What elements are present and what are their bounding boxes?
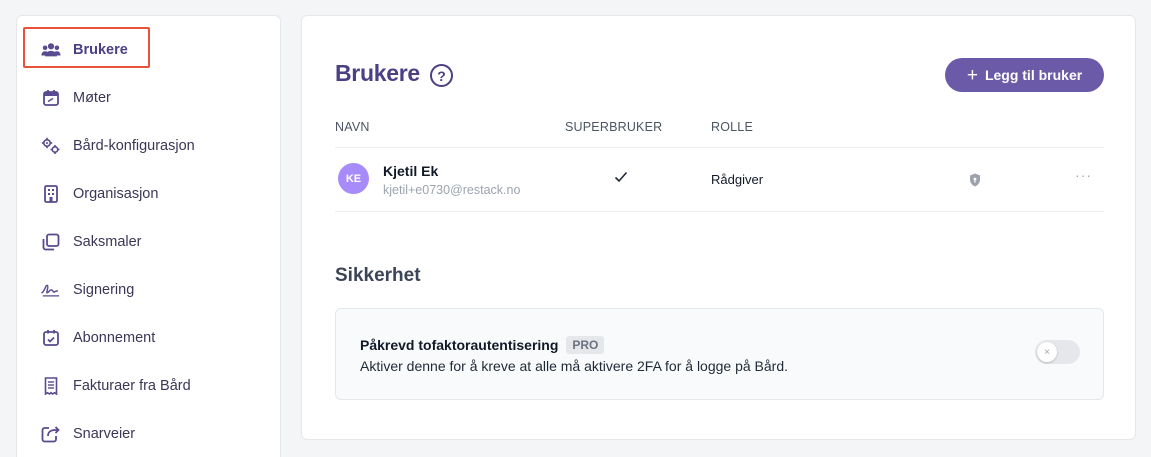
calendar-check-icon	[41, 328, 61, 348]
setting-title: Påkrevd tofaktorautentisering	[360, 337, 559, 353]
sidebar-item-bard-konfigurasjon[interactable]: Bård-konfigurasjon	[23, 126, 277, 166]
toggle-knob: ×	[1037, 342, 1057, 362]
sidebar-item-moter[interactable]: Møter	[23, 78, 277, 118]
two-factor-setting-card: Påkrevd tofaktorautentisering PRO Aktive…	[335, 308, 1104, 400]
help-icon[interactable]: ?	[430, 64, 453, 87]
settings-sidebar: Brukere Møter Bård-konfigurasjon Organis…	[16, 15, 281, 457]
user-email: kjetil+e0730@restack.no	[383, 183, 521, 197]
sidebar-item-label: Bård-konfigurasjon	[73, 138, 195, 154]
sidebar-item-snarveier[interactable]: Snarveier	[23, 414, 277, 454]
table-divider	[335, 211, 1104, 212]
sidebar-item-label: Abonnement	[73, 330, 156, 346]
sidebar-item-label: Snarveier	[73, 426, 136, 442]
table-divider	[335, 147, 1104, 148]
two-factor-toggle[interactable]: ×	[1035, 340, 1080, 364]
pro-badge: PRO	[566, 336, 605, 354]
receipt-icon	[41, 376, 61, 396]
sidebar-item-signering[interactable]: Signering	[23, 270, 277, 310]
calendar-icon	[41, 88, 61, 108]
security-section-title: Sikkerhet	[335, 265, 421, 286]
users-icon	[41, 40, 61, 60]
share-icon	[41, 424, 61, 444]
sidebar-item-label: Signering	[73, 282, 135, 298]
setting-title-row: Påkrevd tofaktorautentisering PRO	[360, 336, 605, 354]
checkmark-icon	[614, 170, 628, 188]
gears-icon	[41, 136, 61, 156]
user-role: Rådgiver	[711, 172, 764, 187]
plus-icon: +	[966, 64, 978, 86]
sidebar-item-label: Fakturaer fra Bård	[73, 378, 191, 394]
signature-icon	[41, 280, 61, 300]
shield-icon[interactable]	[969, 173, 981, 192]
column-header-superbruker: SUPERBRUKER	[565, 120, 663, 134]
sidebar-item-organisasjon[interactable]: Organisasjon	[23, 174, 277, 214]
sidebar-item-label: Organisasjon	[73, 186, 159, 202]
copy-icon	[41, 232, 61, 252]
sidebar-item-label: Møter	[73, 90, 111, 106]
building-icon	[41, 184, 61, 204]
page-title: Brukere	[335, 60, 420, 86]
users-panel: Brukere ? + Legg til bruker NAVN SUPERBR…	[301, 15, 1136, 440]
sidebar-item-fakturaer[interactable]: Fakturaer fra Bård	[23, 366, 277, 406]
column-header-rolle: ROLLE	[711, 120, 753, 134]
sidebar-item-label: Brukere	[73, 42, 128, 58]
avatar: KE	[338, 163, 369, 194]
sidebar-item-abonnement[interactable]: Abonnement	[23, 318, 277, 358]
more-options-icon[interactable]: ···	[1075, 167, 1092, 183]
user-name: Kjetil Ek	[383, 163, 439, 179]
sidebar-item-label: Saksmaler	[73, 234, 142, 250]
setting-description: Aktiver denne for å kreve at alle må akt…	[360, 358, 789, 374]
sidebar-item-saksmaler[interactable]: Saksmaler	[23, 222, 277, 262]
column-header-navn: NAVN	[335, 120, 370, 134]
add-user-button[interactable]: + Legg til bruker	[945, 58, 1104, 92]
sidebar-item-brukere[interactable]: Brukere	[23, 30, 277, 70]
add-user-label: Legg til bruker	[984, 67, 1083, 83]
